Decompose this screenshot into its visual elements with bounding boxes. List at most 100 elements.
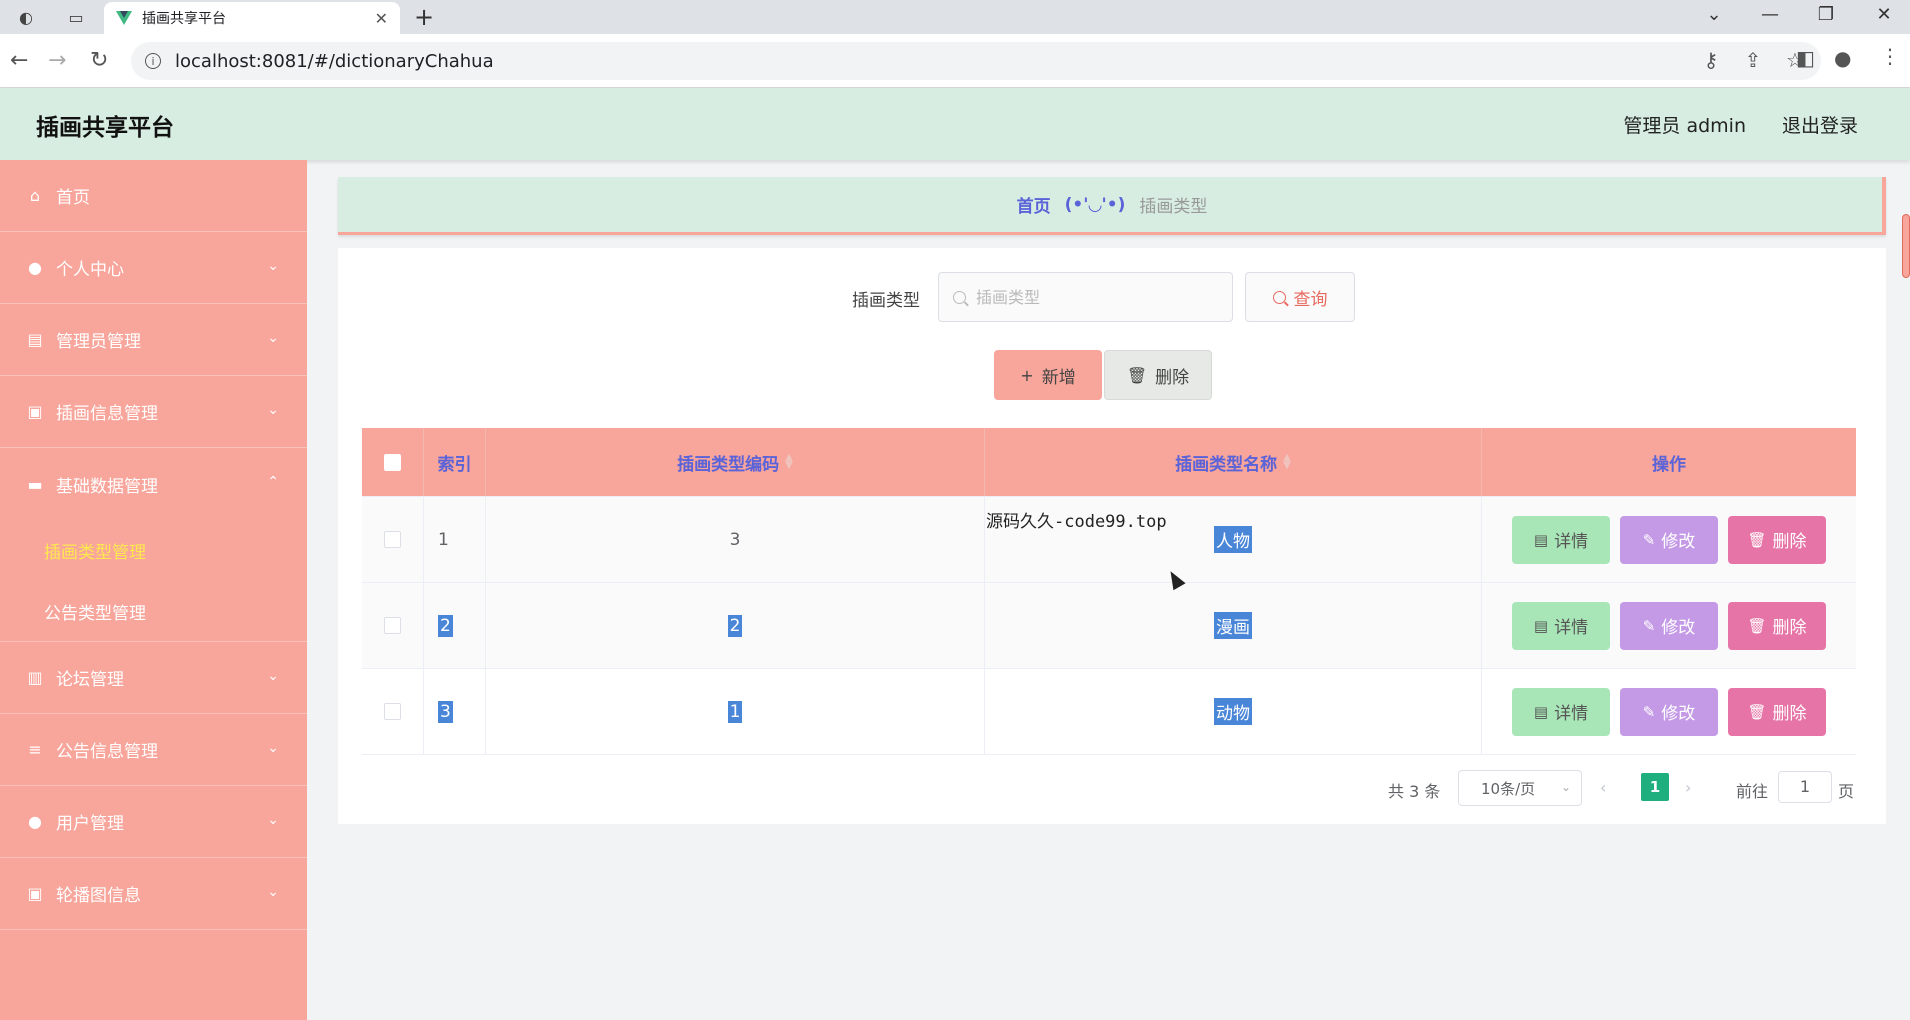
cell-code-value: 2 <box>727 614 743 637</box>
browser-tab[interactable]: 插画共享平台 ✕ <box>104 2 400 34</box>
url-field[interactable]: i localhost:8081/#/dictionaryChahua ⚷ ⇪ … <box>131 42 1821 80</box>
edit-button[interactable]: ✎ 修改 <box>1620 601 1718 650</box>
user-icon: ● <box>28 258 42 277</box>
sort-icon[interactable]: ▲ ▼ <box>785 453 793 471</box>
window-close-icon[interactable]: ✕ <box>1870 4 1898 25</box>
tab-group-icon[interactable]: ▭ <box>64 5 88 29</box>
edit-button[interactable]: ✎ 修改 <box>1620 687 1718 736</box>
tab-close-icon[interactable]: ✕ <box>375 9 388 28</box>
trash-icon: 🗑 <box>1747 616 1767 635</box>
query-button[interactable]: 查询 <box>1245 272 1355 322</box>
restore-icon[interactable]: ❐ <box>1812 4 1840 25</box>
sidebar-item-forum[interactable]: ▥ 论坛管理 ⌄ <box>0 642 307 714</box>
edit-button[interactable]: ✎ 修改 <box>1620 515 1718 564</box>
pencil-icon: ✎ <box>1642 616 1656 635</box>
home-icon: ⌂ <box>29 186 41 205</box>
tab-title: 插画共享平台 <box>142 11 226 27</box>
page-number-current[interactable]: 1 <box>1641 773 1669 801</box>
scrollbar-thumb[interactable] <box>1902 214 1910 278</box>
key-icon[interactable]: ⚷ <box>1699 48 1723 72</box>
admin-label: 管理员 admin <box>1623 115 1746 137</box>
delete-button[interactable]: 🗑 删除 <box>1728 515 1826 564</box>
delete-label: 删除 <box>1772 618 1807 638</box>
table-row: 3 1 动物 ▤ 详情 ✎ 修改 🗑 删除 <box>362 668 1856 754</box>
edit-label: 修改 <box>1661 618 1696 638</box>
page-size-select[interactable]: 10条/页 ⌄ <box>1458 770 1582 806</box>
batch-delete-button[interactable]: 🗑 删除 <box>1104 350 1212 400</box>
row-check-cell <box>362 583 424 668</box>
column-header-code[interactable]: 插画类型编码 ▲ ▼ <box>486 428 985 496</box>
sidebar-item-label: 首页 <box>56 188 90 208</box>
row-checkbox[interactable] <box>384 617 401 634</box>
sort-icon[interactable]: ▲ ▼ <box>1283 453 1291 471</box>
search-icon <box>1272 290 1286 304</box>
breadcrumb-current: 插画类型 <box>1139 197 1208 217</box>
minimize-icon[interactable]: — <box>1756 4 1784 25</box>
trash-icon: 🗑 <box>1747 530 1767 549</box>
breadcrumb: 首页 (•'◡'•) 插画类型 <box>338 177 1886 235</box>
sidebar-subitem-notice-types[interactable]: 公告类型管理 <box>0 581 307 642</box>
logout-link[interactable]: 退出登录 <box>1782 111 1858 138</box>
chevron-down-icon: ⌄ <box>267 668 279 684</box>
detail-button[interactable]: ▤ 详情 <box>1512 515 1610 564</box>
sidebar-item-label: 管理员管理 <box>56 332 141 352</box>
new-tab-button[interactable]: + <box>414 3 434 31</box>
pagination-total: 共 3 条 <box>1388 782 1441 801</box>
column-header-index: 索引 <box>424 428 486 496</box>
goto-page-input[interactable]: 1 <box>1778 771 1832 803</box>
sidebar-subitem-illustration-types[interactable]: 插画类型管理 <box>0 520 307 581</box>
page-unit-label: 页 <box>1838 782 1855 801</box>
page-size-value: 10条/页 <box>1481 779 1536 798</box>
browser-kebab-icon[interactable]: ⋮ <box>1880 44 1900 68</box>
reload-icon[interactable]: ↻ <box>90 48 108 73</box>
row-checkbox[interactable] <box>384 531 401 548</box>
select-all-checkbox[interactable] <box>384 453 401 471</box>
chevron-down-icon: ⌄ <box>267 258 279 274</box>
cell-index-value: 3 <box>438 700 453 723</box>
forward-icon[interactable]: → <box>48 48 66 73</box>
data-table: 索引 插画类型编码 ▲ ▼ 插画类型名称 ▲ ▼ 操作 1 3 源码久久-code9… <box>362 428 1856 755</box>
sidebar-item-carousel[interactable]: ▣ 轮播图信息 ⌄ <box>0 858 307 930</box>
cell-actions: ▤ 详情 ✎ 修改 🗑 删除 <box>1482 583 1856 668</box>
profile-avatar-icon[interactable]: ● <box>1834 46 1851 70</box>
sidebar-item-home[interactable]: ⌂ 首页 <box>0 160 307 232</box>
detail-button[interactable]: ▤ 详情 <box>1512 687 1610 736</box>
back-icon[interactable]: ← <box>10 48 28 73</box>
sidebar-item-label: 个人中心 <box>56 260 124 280</box>
detail-button[interactable]: ▤ 详情 <box>1512 601 1610 650</box>
detail-label: 详情 <box>1554 532 1589 552</box>
sidebar-item-label: 基础数据管理 <box>56 476 158 497</box>
column-header-label: 索引 <box>437 454 472 475</box>
sidebar-item-profile[interactable]: ● 个人中心 ⌄ <box>0 232 307 304</box>
delete-button[interactable]: 🗑 删除 <box>1728 687 1826 736</box>
url-text: localhost:8081/#/dictionaryChahua <box>175 50 494 72</box>
sidepanel-icon[interactable]: ◧ <box>1796 46 1815 70</box>
prev-page-icon[interactable]: ‹ <box>1600 778 1606 797</box>
breadcrumb-accent-bar <box>1882 177 1886 232</box>
table-row: 2 2 漫画 ▤ 详情 ✎ 修改 🗑 删除 <box>362 582 1856 668</box>
share-icon[interactable]: ⇪ <box>1741 48 1765 72</box>
delete-button[interactable]: 🗑 删除 <box>1728 601 1826 650</box>
sidebar-item-notices[interactable]: ≡ 公告信息管理 ⌄ <box>0 714 307 786</box>
cell-actions: ▤ 详情 ✎ 修改 🗑 删除 <box>1482 669 1856 754</box>
monitor-icon: ▬ <box>27 474 43 494</box>
sidebar-item-users[interactable]: ● 用户管理 ⌄ <box>0 786 307 858</box>
tab-search-icon[interactable]: ⌄ <box>1700 4 1728 25</box>
site-info-icon[interactable]: i <box>145 53 161 69</box>
sidebar-item-admins[interactable]: ▤ 管理员管理 ⌄ <box>0 304 307 376</box>
search-input[interactable] <box>976 287 1206 307</box>
next-page-icon[interactable]: › <box>1685 778 1691 797</box>
select-all-cell <box>362 428 424 496</box>
row-checkbox[interactable] <box>384 703 401 720</box>
cell-name: 动物 <box>985 669 1482 754</box>
browser-menu-icon[interactable]: ◐ <box>14 5 38 29</box>
column-header-name[interactable]: 插画类型名称 ▲ ▼ <box>985 428 1482 496</box>
sidebar-item-illustrations[interactable]: ▣ 插画信息管理 ⌄ <box>0 376 307 448</box>
document-icon: ▤ <box>1533 616 1549 635</box>
plus-icon: + <box>1020 365 1034 385</box>
chevron-down-icon: ⌄ <box>267 812 279 828</box>
sidebar-item-label: 轮播图信息 <box>56 886 141 906</box>
add-button[interactable]: + 新增 <box>994 350 1102 400</box>
breadcrumb-home[interactable]: 首页 <box>1017 192 1051 217</box>
sidebar-item-basic-data[interactable]: ▬ 基础数据管理 ⌃ <box>0 448 307 520</box>
